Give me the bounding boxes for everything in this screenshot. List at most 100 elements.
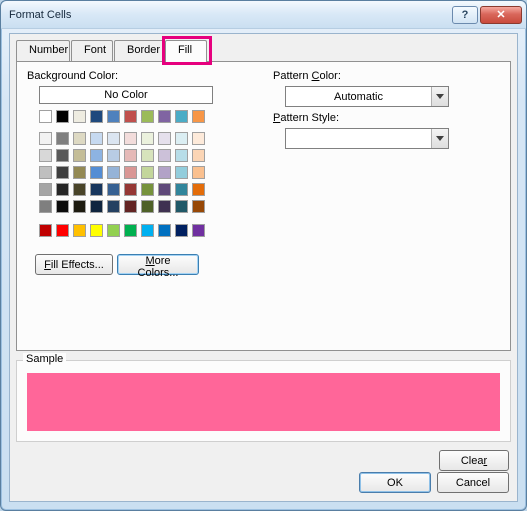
color-swatch[interactable] [141, 149, 154, 162]
color-swatch[interactable] [141, 200, 154, 213]
background-color-label: Background Color: [27, 70, 118, 82]
color-swatch[interactable] [192, 200, 205, 213]
color-swatch[interactable] [107, 183, 120, 196]
tab-strip: Number Font Border Fill [16, 40, 511, 62]
color-swatch[interactable] [124, 132, 137, 145]
color-swatch[interactable] [141, 110, 154, 123]
color-swatch[interactable] [192, 166, 205, 179]
color-swatch[interactable] [90, 132, 103, 145]
color-swatch[interactable] [73, 224, 86, 237]
color-swatch[interactable] [175, 183, 188, 196]
color-swatch[interactable] [158, 183, 171, 196]
titlebar[interactable]: Format Cells ? ✕ [1, 1, 526, 29]
color-swatch[interactable] [90, 200, 103, 213]
color-grid-theme-tints [39, 132, 219, 217]
more-colors-button[interactable]: More Colors... [117, 254, 199, 275]
ok-button[interactable]: OK [359, 472, 431, 493]
color-swatch[interactable] [73, 200, 86, 213]
color-swatch[interactable] [107, 132, 120, 145]
pattern-color-label: Pattern Color: [273, 70, 341, 82]
tab-number[interactable]: Number [16, 40, 70, 61]
color-swatch[interactable] [73, 110, 86, 123]
color-swatch[interactable] [73, 149, 86, 162]
color-swatch[interactable] [39, 183, 52, 196]
help-button[interactable]: ? [452, 6, 478, 24]
color-swatch[interactable] [73, 132, 86, 145]
color-swatch[interactable] [124, 200, 137, 213]
color-swatch[interactable] [124, 110, 137, 123]
pattern-style-label: Pattern Style: [273, 112, 339, 124]
color-swatch[interactable] [90, 166, 103, 179]
client-area: Number Font Border Fill Background Color… [9, 33, 518, 502]
color-swatch[interactable] [39, 166, 52, 179]
fill-effects-button[interactable]: Fill Effects... [35, 254, 113, 275]
sample-group: Sample [16, 360, 511, 442]
color-swatch[interactable] [192, 132, 205, 145]
sample-swatch [27, 373, 500, 431]
color-swatch[interactable] [175, 224, 188, 237]
color-swatch[interactable] [175, 110, 188, 123]
no-color-button[interactable]: No Color [39, 86, 213, 104]
color-swatch[interactable] [158, 166, 171, 179]
color-swatch[interactable] [56, 132, 69, 145]
color-swatch[interactable] [39, 149, 52, 162]
color-swatch[interactable] [192, 149, 205, 162]
color-swatch[interactable] [107, 110, 120, 123]
color-swatch[interactable] [124, 183, 137, 196]
color-swatch[interactable] [175, 200, 188, 213]
color-swatch[interactable] [124, 149, 137, 162]
pattern-style-combo[interactable] [285, 128, 449, 149]
window-title: Format Cells [9, 9, 450, 21]
color-swatch[interactable] [192, 183, 205, 196]
color-swatch[interactable] [124, 224, 137, 237]
color-row-theme-base [39, 110, 219, 127]
close-button[interactable]: ✕ [480, 6, 522, 24]
tab-fill-panel: Background Color: No Color Fill Effects.… [16, 61, 511, 351]
color-swatch[interactable] [175, 166, 188, 179]
color-swatch[interactable] [39, 132, 52, 145]
color-swatch[interactable] [107, 149, 120, 162]
color-swatch[interactable] [39, 200, 52, 213]
color-swatch[interactable] [56, 149, 69, 162]
color-swatch[interactable] [56, 110, 69, 123]
color-swatch[interactable] [124, 166, 137, 179]
color-swatch[interactable] [56, 200, 69, 213]
chevron-down-icon [431, 129, 448, 148]
color-swatch[interactable] [90, 183, 103, 196]
tab-font[interactable]: Font [71, 40, 113, 61]
color-swatch[interactable] [158, 132, 171, 145]
color-swatch[interactable] [175, 132, 188, 145]
color-swatch[interactable] [141, 183, 154, 196]
color-swatch[interactable] [56, 183, 69, 196]
color-swatch[interactable] [175, 149, 188, 162]
color-swatch[interactable] [141, 224, 154, 237]
cancel-button[interactable]: Cancel [437, 472, 509, 493]
color-swatch[interactable] [192, 224, 205, 237]
color-swatch[interactable] [158, 110, 171, 123]
color-swatch[interactable] [56, 166, 69, 179]
format-cells-dialog: Format Cells ? ✕ Number Font Border Fill… [0, 0, 527, 511]
color-swatch[interactable] [39, 110, 52, 123]
color-swatch[interactable] [39, 224, 52, 237]
color-swatch[interactable] [56, 224, 69, 237]
color-swatch[interactable] [158, 149, 171, 162]
color-swatch[interactable] [141, 166, 154, 179]
color-swatch[interactable] [192, 110, 205, 123]
tab-border[interactable]: Border [114, 40, 164, 61]
color-swatch[interactable] [141, 132, 154, 145]
chevron-down-icon [431, 87, 448, 106]
close-icon: ✕ [496, 8, 505, 21]
color-swatch[interactable] [107, 224, 120, 237]
color-swatch[interactable] [73, 183, 86, 196]
color-swatch[interactable] [90, 110, 103, 123]
color-swatch[interactable] [90, 149, 103, 162]
color-swatch[interactable] [90, 224, 103, 237]
color-swatch[interactable] [107, 200, 120, 213]
color-swatch[interactable] [158, 224, 171, 237]
tab-fill[interactable]: Fill [165, 40, 207, 62]
pattern-color-combo[interactable]: Automatic [285, 86, 449, 107]
color-swatch[interactable] [158, 200, 171, 213]
clear-button[interactable]: Clear [439, 450, 509, 471]
color-swatch[interactable] [73, 166, 86, 179]
color-swatch[interactable] [107, 166, 120, 179]
